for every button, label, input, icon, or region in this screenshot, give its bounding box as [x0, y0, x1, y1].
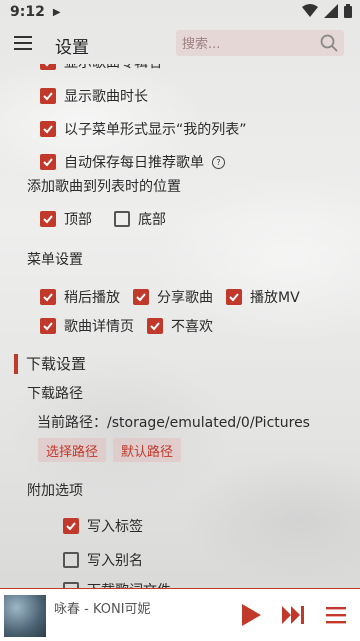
- checkbox-checked[interactable]: [40, 318, 56, 334]
- clipped-row-container: 下载歌词文件: [0, 576, 360, 588]
- checkbox-unchecked[interactable]: [114, 211, 130, 227]
- checkbox-checked[interactable]: [147, 318, 163, 334]
- option-download-lyrics[interactable]: 下载歌词文件: [63, 580, 171, 588]
- position-bottom-option[interactable]: 底部: [114, 209, 166, 229]
- checkbox-checked[interactable]: [63, 518, 79, 534]
- play-icon[interactable]: [240, 603, 262, 627]
- checkbox-checked[interactable]: [40, 154, 56, 170]
- now-playing-title[interactable]: 咏春 - KONI可妮: [54, 598, 151, 617]
- wifi-icon: [302, 4, 318, 17]
- setting-label: 显示歌曲时长: [64, 89, 148, 105]
- album-cover[interactable]: [4, 595, 46, 637]
- setting-label: 显示歌曲专辑名: [64, 64, 162, 72]
- menu-icon[interactable]: [14, 36, 32, 50]
- option-label: 分享歌曲: [157, 290, 213, 306]
- media-playing-icon: ▶: [52, 6, 61, 18]
- choose-path-button[interactable]: 选择路径: [38, 438, 107, 462]
- mini-player[interactable]: 咏春 - KONI可妮: [0, 588, 360, 641]
- checkbox-unchecked[interactable]: [63, 552, 79, 568]
- setting-label: 以子菜单形式显示“我的列表”: [64, 122, 247, 138]
- settings-scroll[interactable]: 显示歌曲专辑名: [0, 64, 360, 640]
- help-icon[interactable]: ?: [212, 155, 225, 169]
- current-path-text: 当前路径：/storage/emulated/0/Pictures: [37, 415, 310, 431]
- extra-options-label: 附加选项: [27, 483, 83, 499]
- menu-settings-label: 菜单设置: [27, 252, 83, 268]
- section-title: 下载设置: [26, 355, 87, 373]
- app-header: 设置: [0, 24, 360, 64]
- page-title: 设置: [55, 38, 89, 58]
- signal-icon: [324, 4, 338, 18]
- option-label: 歌曲详情页: [64, 319, 134, 335]
- menu-item-song-detail[interactable]: 歌曲详情页: [40, 316, 134, 336]
- search-box[interactable]: [176, 30, 344, 56]
- option-label: 不喜欢: [171, 319, 213, 335]
- setting-show-album[interactable]: 显示歌曲专辑名: [40, 64, 162, 72]
- status-bar: 9:12 ▶: [0, 0, 360, 24]
- checkbox-checked[interactable]: [40, 88, 56, 104]
- option-label: 稍后播放: [64, 290, 120, 306]
- menu-item-play-later[interactable]: 稍后播放: [40, 287, 120, 307]
- checkbox-checked[interactable]: [226, 289, 242, 305]
- status-time: 9:12: [10, 4, 45, 20]
- search-input[interactable]: [180, 33, 314, 55]
- option-label: 写入别名: [87, 553, 143, 569]
- setting-submenu-my-list[interactable]: 以子菜单形式显示“我的列表”: [40, 119, 247, 139]
- default-path-button[interactable]: 默认路径: [113, 438, 182, 462]
- menu-item-dislike[interactable]: 不喜欢: [147, 316, 213, 336]
- search-icon[interactable]: [320, 34, 338, 52]
- menu-item-share-song[interactable]: 分享歌曲: [133, 287, 213, 307]
- option-label: 写入标签: [87, 519, 143, 535]
- menu-item-play-mv[interactable]: 播放MV: [226, 287, 300, 307]
- option-label: 下载歌词文件: [87, 580, 171, 588]
- playlist-icon[interactable]: [326, 606, 346, 624]
- option-label: 底部: [138, 212, 166, 228]
- setting-label: 自动保存每日推荐歌单: [64, 155, 204, 171]
- checkbox-checked[interactable]: [133, 289, 149, 305]
- battery-icon: [344, 4, 352, 18]
- setting-autosave-daily[interactable]: 自动保存每日推荐歌单 ?: [40, 152, 225, 172]
- next-track-icon[interactable]: [281, 605, 305, 625]
- download-section-header: 下载设置: [14, 353, 86, 374]
- section-accent-bar: [14, 353, 18, 374]
- option-label: 播放MV: [250, 290, 300, 306]
- setting-show-duration[interactable]: 显示歌曲时长: [40, 86, 148, 106]
- checkbox-checked[interactable]: [40, 211, 56, 227]
- checkbox-checked[interactable]: [40, 121, 56, 137]
- option-write-alias[interactable]: 写入别名: [63, 550, 143, 570]
- checkbox-checked[interactable]: [40, 64, 56, 70]
- option-write-tags[interactable]: 写入标签: [63, 516, 143, 536]
- add-position-label: 添加歌曲到列表时的位置: [27, 179, 181, 195]
- option-label: 顶部: [64, 212, 92, 228]
- checkbox-checked[interactable]: [40, 289, 56, 305]
- download-path-label: 下载路径: [27, 386, 83, 402]
- position-top-option[interactable]: 顶部: [40, 209, 92, 229]
